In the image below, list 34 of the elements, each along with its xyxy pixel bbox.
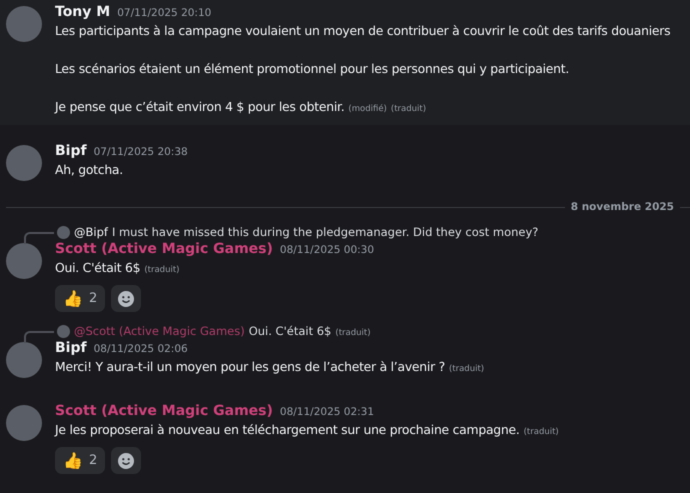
timestamp: 08/11/2025 00:30 xyxy=(280,244,374,256)
add-reaction-button[interactable] xyxy=(111,447,142,474)
timestamp: 07/11/2025 20:38 xyxy=(94,146,188,158)
reply-preview-text[interactable]: I must have missed this during the pledgemanager. Did they cost money? xyxy=(112,225,538,239)
author-name[interactable]: Bipf xyxy=(55,143,87,159)
author-name[interactable]: Bipf xyxy=(55,340,87,356)
message-text: Les participants à la campagne voulaient un moyen de contribuer à couvrir le coût des tarifs douaniers xyxy=(55,22,670,40)
date-divider-label: 8 novembre 2025 xyxy=(570,201,674,213)
avatar[interactable] xyxy=(6,243,42,279)
author-name[interactable]: Scott (Active Magic Games) xyxy=(55,403,273,419)
author-name[interactable]: Scott (Active Magic Games) xyxy=(55,241,273,257)
message-text: Ah, gotcha. xyxy=(55,161,124,179)
avatar[interactable] xyxy=(6,405,42,441)
reaction-button[interactable]: 👍 2 xyxy=(55,447,106,474)
message-text: Je les proposerai à nouveau en téléchargement sur une prochaine campagne. (traduit) xyxy=(55,421,559,439)
reaction-button[interactable]: 👍 2 xyxy=(55,285,106,312)
timestamp: 08/11/2025 02:06 xyxy=(94,343,188,355)
timestamp: 08/11/2025 02:31 xyxy=(280,406,374,418)
avatar[interactable] xyxy=(6,342,42,378)
add-reaction-button[interactable] xyxy=(111,285,142,312)
smiley-icon xyxy=(117,452,136,470)
reply-avatar xyxy=(57,324,70,338)
author-name[interactable]: Tony M xyxy=(55,4,110,20)
avatar[interactable] xyxy=(6,6,42,42)
message-text: Je pense que c’était environ 4 $ pour les obtenir. (modifié) (traduit) xyxy=(55,98,428,116)
message-text: Merci! Y aura-t-il un moyen pour les gens de l’acheter à l’avenir ? (traduit) xyxy=(55,358,484,376)
reply-avatar xyxy=(57,226,70,238)
timestamp: 07/11/2025 20:10 xyxy=(117,7,212,19)
message-text: Les scénarios étaient un élément promotionnel pour les personnes qui y participaient. xyxy=(55,60,570,78)
message-text: Oui. C'était 6$ (traduit) xyxy=(55,259,180,277)
smiley-icon xyxy=(117,290,136,308)
reply-preview-text[interactable]: Oui. C'était 6$ (traduit) xyxy=(248,324,371,338)
avatar[interactable] xyxy=(6,145,42,181)
reply-mention[interactable]: @Bipf xyxy=(74,225,108,239)
